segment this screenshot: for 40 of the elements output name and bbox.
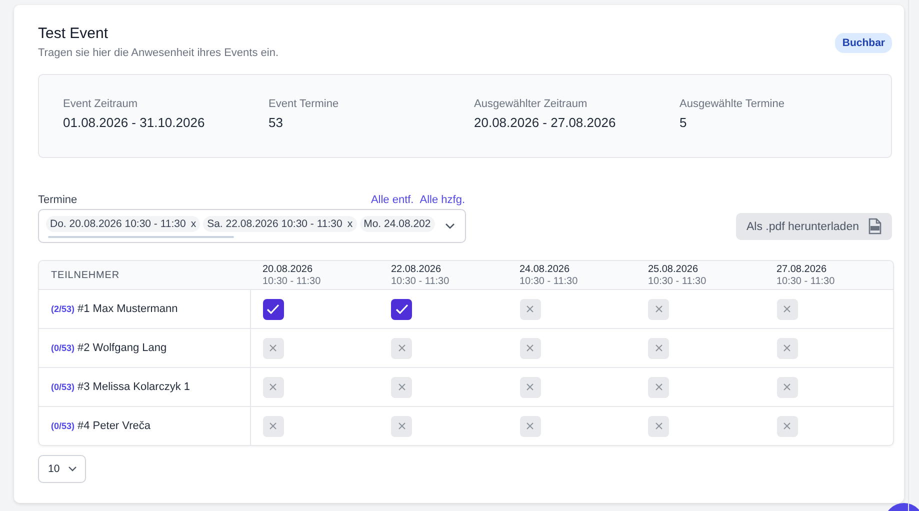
stat-value: 20.08.2026 - 27.08.2026	[474, 115, 617, 130]
column-time: 10:30 - 11:30	[776, 276, 836, 286]
download-pdf-button[interactable]: Als .pdf herunterladen	[736, 213, 892, 240]
multi-select-field[interactable]: Do. 20.08.2026 10:30 - 11:30 x Sa. 22.08.2026 10:30 - 11:30 x Mo. 24.08.202	[38, 209, 466, 243]
stat-label: Event Termine	[268, 98, 340, 110]
date-chip[interactable]: Mo. 24.08.202	[360, 216, 435, 232]
field-label: Termine	[38, 194, 78, 206]
remove-chip-button[interactable]: x	[347, 218, 353, 230]
action-link[interactable]: Alle hzfg.	[420, 194, 465, 206]
stat-value: 53	[268, 115, 284, 130]
chip-label: Mo. 24.08.202	[364, 218, 431, 230]
column-time: 10:30 - 11:30	[262, 276, 322, 286]
stat-label: Ausgewählter Zeitraum	[474, 98, 588, 110]
page-title: Test Event	[38, 25, 110, 42]
column-date: 24.08.2026	[519, 264, 571, 274]
stat-label: Ausgewählte Termine	[680, 98, 786, 110]
chip-label: Do. 20.08.2026 10:30 - 11:30	[50, 218, 186, 230]
column-time: 10:30 - 11:30	[390, 276, 450, 286]
stat-value: 01.08.2026 - 31.10.2026	[63, 115, 206, 130]
remove-chip-button[interactable]: x	[190, 218, 196, 230]
date-chip[interactable]: Do. 20.08.2026 10:30 - 11:30 x	[46, 216, 200, 232]
action-link[interactable]: Alle entf.	[370, 194, 414, 206]
column-header: TEILNEHMER	[50, 268, 120, 282]
chip-label: Sa. 22.08.2026 10:30 - 11:30	[207, 218, 342, 230]
participant-name: (0/53) #3 Melissa Kolarczyk 1	[39, 368, 251, 406]
column-time: 10:30 - 11:30	[519, 276, 579, 286]
page-subtitle: Tragen sie hier die Anwesenheit ihres Events ein.	[38, 47, 279, 59]
stat-label: Event Zeitraum	[63, 98, 139, 110]
column-date: 22.08.2026	[390, 264, 442, 274]
column-time: 10:30 - 11:30	[648, 276, 708, 286]
stat-value: 5	[680, 115, 688, 130]
participant-name: (2/53) #1 Max Mustermann	[39, 290, 251, 328]
participant-name: (0/53) #4 Peter Vreča	[39, 407, 251, 445]
column-date: 20.08.2026	[262, 264, 314, 274]
date-chip[interactable]: Sa. 22.08.2026 10:30 - 11:30 x	[203, 216, 357, 232]
participant-name: (0/53) #2 Wolfgang Lang	[39, 329, 251, 367]
column-date: 25.08.2026	[648, 264, 700, 274]
page-size-select[interactable]: 10	[38, 455, 86, 483]
status-badge: Buchbar	[835, 33, 892, 53]
column-date: 27.08.2026	[776, 264, 828, 274]
